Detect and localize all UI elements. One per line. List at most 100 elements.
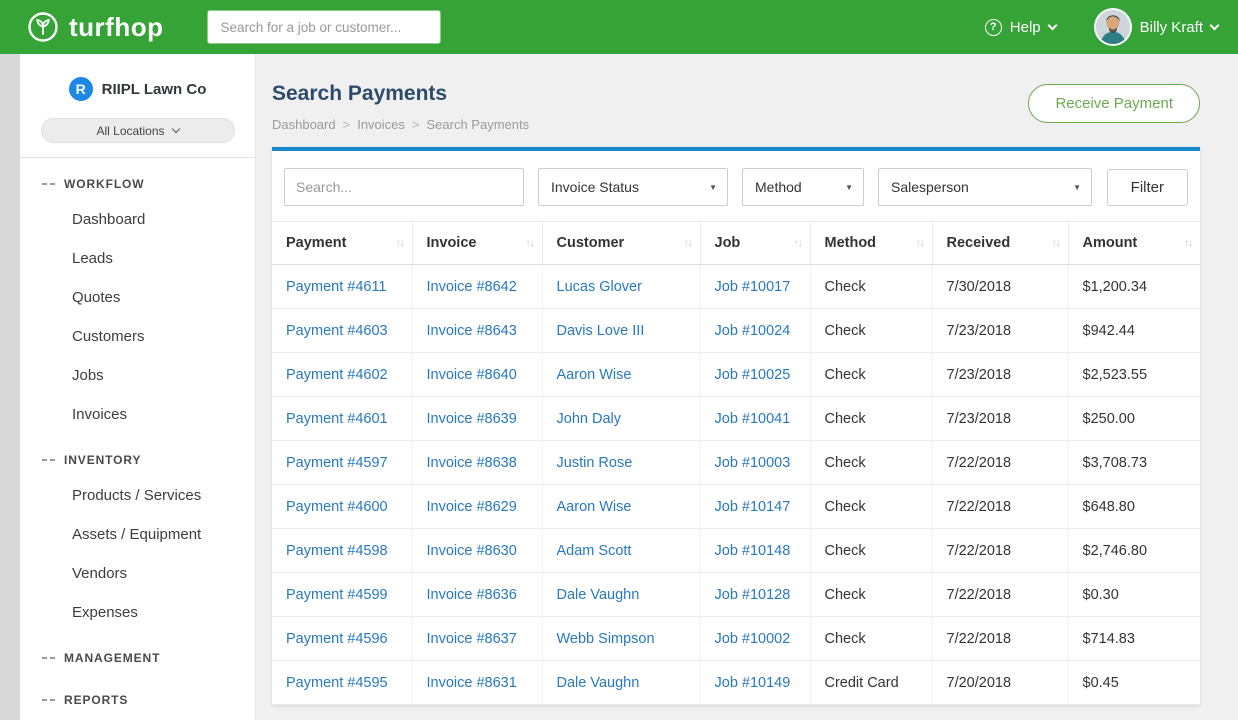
job-link[interactable]: Job #10002 [715,631,791,647]
method-select[interactable]: Method ▼ [742,168,864,206]
sidebar-item-leads[interactable]: Leads [20,239,255,278]
global-search-input[interactable] [207,10,441,44]
column-label: Invoice [427,235,477,251]
payment-link[interactable]: Payment #4596 [286,631,388,647]
payment-link-cell: Payment #4602 [272,353,412,397]
help-icon: ? [985,19,1002,36]
column-header-customer[interactable]: Customer ↑↓ [542,222,700,265]
job-link[interactable]: Job #10024 [715,323,791,339]
invoice-link[interactable]: Invoice #8629 [427,499,517,515]
filter-button[interactable]: Filter [1107,169,1188,206]
receive-payment-button[interactable]: Receive Payment [1028,84,1200,123]
customer-link[interactable]: John Daly [557,411,621,427]
customer-link-cell: Davis Love III [542,309,700,353]
company-logo-icon: R [69,77,93,101]
invoice-link[interactable]: Invoice #8639 [427,411,517,427]
invoice-status-select[interactable]: Invoice Status ▼ [538,168,728,206]
payment-link-cell: Payment #4598 [272,529,412,573]
invoice-link[interactable]: Invoice #8637 [427,631,517,647]
column-header-invoice[interactable]: Invoice ↑↓ [412,222,542,265]
sidebar-item-expenses[interactable]: Expenses [20,593,255,632]
invoice-link[interactable]: Invoice #8640 [427,367,517,383]
column-label: Customer [557,235,625,251]
table-row: Payment #4598 Invoice #8630 Adam Scott Job … [272,529,1200,573]
payment-link[interactable]: Payment #4611 [286,279,387,295]
sidebar-item-assets-equipment[interactable]: Assets / Equipment [20,515,255,554]
payment-link[interactable]: Payment #4598 [286,543,388,559]
user-menu[interactable]: Billy Kraft [1094,8,1218,46]
payment-link[interactable]: Payment #4597 [286,455,388,471]
customer-link-cell: John Daly [542,397,700,441]
customer-link[interactable]: Aaron Wise [557,499,632,515]
sort-icon[interactable]: ↑↓ [1052,238,1060,249]
salesperson-value: Salesperson [891,179,969,195]
payment-link[interactable]: Payment #4599 [286,587,388,603]
job-link[interactable]: Job #10041 [715,411,791,427]
payments-search-input[interactable] [284,168,524,206]
invoice-link[interactable]: Invoice #8631 [427,675,517,691]
customer-link[interactable]: Webb Simpson [557,631,655,647]
payment-link-cell: Payment #4597 [272,441,412,485]
received-cell: 7/30/2018 [932,265,1068,309]
invoice-link[interactable]: Invoice #8638 [427,455,517,471]
sidebar: R RIIPL Lawn Co All Locations WORKFLOW Da… [20,54,256,720]
customer-link[interactable]: Dale Vaughn [557,587,640,603]
company-name: RIIPL Lawn Co [102,81,207,98]
customer-link[interactable]: Davis Love III [557,323,645,339]
job-link-cell: Job #10128 [700,573,810,617]
breadcrumb-item-invoices[interactable]: Invoices [357,117,405,132]
payment-link[interactable]: Payment #4595 [286,675,388,691]
invoice-link[interactable]: Invoice #8642 [427,279,517,295]
sidebar-item-invoices[interactable]: Invoices [20,395,255,434]
customer-link[interactable]: Adam Scott [557,543,632,559]
customer-link[interactable]: Aaron Wise [557,367,632,383]
method-cell: Check [810,529,932,573]
job-link[interactable]: Job #10025 [715,367,791,383]
sort-icon[interactable]: ↑↓ [526,238,534,249]
payment-link[interactable]: Payment #4601 [286,411,388,427]
payment-link[interactable]: Payment #4600 [286,499,388,515]
job-link[interactable]: Job #10149 [715,675,791,691]
job-link[interactable]: Job #10017 [715,279,791,295]
sort-icon[interactable]: ↑↓ [1184,238,1192,249]
sidebar-item-dashboard[interactable]: Dashboard [20,200,255,239]
sidebar-item-vendors[interactable]: Vendors [20,554,255,593]
breadcrumb-item-dashboard[interactable]: Dashboard [272,117,336,132]
payment-link[interactable]: Payment #4602 [286,367,388,383]
sort-icon[interactable]: ↑↓ [684,238,692,249]
user-name: Billy Kraft [1140,19,1203,36]
invoice-link[interactable]: Invoice #8630 [427,543,517,559]
job-link[interactable]: Job #10003 [715,455,791,471]
sort-icon[interactable]: ↑↓ [396,238,404,249]
sidebar-item-jobs[interactable]: Jobs [20,356,255,395]
invoice-link[interactable]: Invoice #8643 [427,323,517,339]
column-header-payment[interactable]: Payment↑↓ [272,222,412,265]
column-header-received[interactable]: Received↑↓ [932,222,1068,265]
invoice-link-cell: Invoice #8643 [412,309,542,353]
payment-link[interactable]: Payment #4603 [286,323,388,339]
column-header-amount[interactable]: Amount↑↓ [1068,222,1200,265]
customer-link[interactable]: Dale Vaughn [557,675,640,691]
help-menu[interactable]: ? Help [985,19,1056,36]
sort-icon[interactable]: ↑↓ [916,238,924,249]
salesperson-select[interactable]: Salesperson ▼ [878,168,1092,206]
sidebar-item-customers[interactable]: Customers [20,317,255,356]
column-header-method[interactable]: Method↑↓ [810,222,932,265]
customer-link[interactable]: Lucas Glover [557,279,642,295]
column-header-job[interactable]: Job↑↓ [700,222,810,265]
job-link[interactable]: Job #10147 [715,499,791,515]
method-cell: Check [810,617,932,661]
sort-icon[interactable]: ↑↓ [794,238,802,249]
invoice-link-cell: Invoice #8637 [412,617,542,661]
nav-section-label: WORKFLOW [64,177,145,191]
invoice-link[interactable]: Invoice #8636 [427,587,517,603]
payment-link-cell: Payment #4603 [272,309,412,353]
sidebar-item-products-services[interactable]: Products / Services [20,476,255,515]
job-link-cell: Job #10002 [700,617,810,661]
all-locations-dropdown[interactable]: All Locations [41,118,235,143]
customer-link[interactable]: Justin Rose [557,455,633,471]
sidebar-item-quotes[interactable]: Quotes [20,278,255,317]
received-cell: 7/23/2018 [932,397,1068,441]
job-link[interactable]: Job #10128 [715,587,791,603]
job-link[interactable]: Job #10148 [715,543,791,559]
